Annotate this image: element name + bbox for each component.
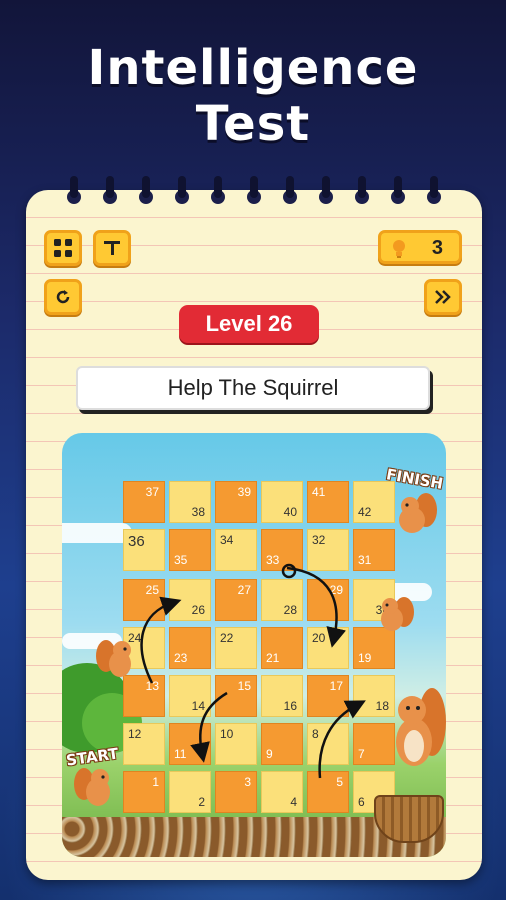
board-tile[interactable]: 12: [123, 723, 165, 765]
board-tile[interactable]: 40: [261, 481, 303, 523]
board-tile[interactable]: 22: [215, 627, 257, 669]
board-tile[interactable]: 23: [169, 627, 211, 669]
board-tile[interactable]: 20: [307, 627, 349, 669]
board-tile[interactable]: 36: [123, 529, 165, 571]
squirrel-icon: [96, 640, 131, 677]
spiral-ring: [173, 176, 191, 204]
board-tile[interactable]: 34: [215, 529, 257, 571]
squirrel-finish-icon: [399, 493, 437, 533]
spiral-ring: [137, 176, 155, 204]
spiral-ring: [317, 176, 335, 204]
board-tile[interactable]: 15: [215, 675, 257, 717]
board-tile[interactable]: 3: [215, 771, 257, 813]
spiral-ring: [245, 176, 263, 204]
board-tile[interactable]: 5: [307, 771, 349, 813]
paint-roller-icon: [104, 241, 120, 255]
board-tile[interactable]: 26: [169, 579, 211, 621]
restart-button[interactable]: [44, 279, 82, 315]
spiral-ring: [389, 176, 407, 204]
board-tile[interactable]: 17: [307, 675, 349, 717]
board-tile[interactable]: 32: [307, 529, 349, 571]
spiral-ring: [101, 176, 119, 204]
board-tile[interactable]: 29: [307, 579, 349, 621]
board-tile[interactable]: 14: [169, 675, 211, 717]
board-tile[interactable]: 28: [261, 579, 303, 621]
spiral-ring: [281, 176, 299, 204]
board-tile[interactable]: 9: [261, 723, 303, 765]
board-tile[interactable]: 2: [169, 771, 211, 813]
app-title-line2: Test: [195, 96, 311, 152]
spiral-ring: [65, 176, 83, 204]
spiral-ring: [353, 176, 371, 204]
board-tile[interactable]: 1: [123, 771, 165, 813]
squirrel-start-icon: [74, 768, 110, 806]
lightbulb-icon: [393, 240, 405, 258]
restart-icon: [56, 290, 70, 304]
squirrel-icon: [381, 597, 414, 631]
board-tile[interactable]: 35: [169, 529, 211, 571]
board-tile[interactable]: 27: [215, 579, 257, 621]
tool-button[interactable]: [93, 230, 131, 266]
spiral-ring: [425, 176, 443, 204]
board-tile[interactable]: 31: [353, 529, 395, 571]
board-tile[interactable]: 33: [261, 529, 303, 571]
grid-menu-icon: [54, 239, 72, 257]
board-tile[interactable]: 11: [169, 723, 211, 765]
board-tile[interactable]: 42: [353, 481, 395, 523]
board-tile[interactable]: 21: [261, 627, 303, 669]
nut-basket: [374, 795, 444, 843]
skip-forward-icon: [435, 290, 451, 304]
board-tile[interactable]: 37: [123, 481, 165, 523]
board-tile[interactable]: 13: [123, 675, 165, 717]
board-tile[interactable]: 10: [215, 723, 257, 765]
board-tile[interactable]: 8: [307, 723, 349, 765]
skip-button[interactable]: [424, 279, 462, 315]
menu-button[interactable]: [44, 230, 82, 266]
board-tile[interactable]: 39: [215, 481, 257, 523]
hint-count: 3: [431, 237, 443, 259]
board-tile[interactable]: 4: [261, 771, 303, 813]
board-tile[interactable]: 41: [307, 481, 349, 523]
hint-button[interactable]: 3: [378, 230, 462, 264]
board-tile[interactable]: 16: [261, 675, 303, 717]
spiral-ring: [209, 176, 227, 204]
app-title-line1: Intelligence: [87, 40, 419, 96]
board-tile[interactable]: 25: [123, 579, 165, 621]
instruction-banner: Help The Squirrel: [76, 366, 430, 410]
squirrel-large-icon: [396, 688, 446, 766]
board-tile[interactable]: 38: [169, 481, 211, 523]
level-badge: Level 26: [179, 305, 319, 343]
